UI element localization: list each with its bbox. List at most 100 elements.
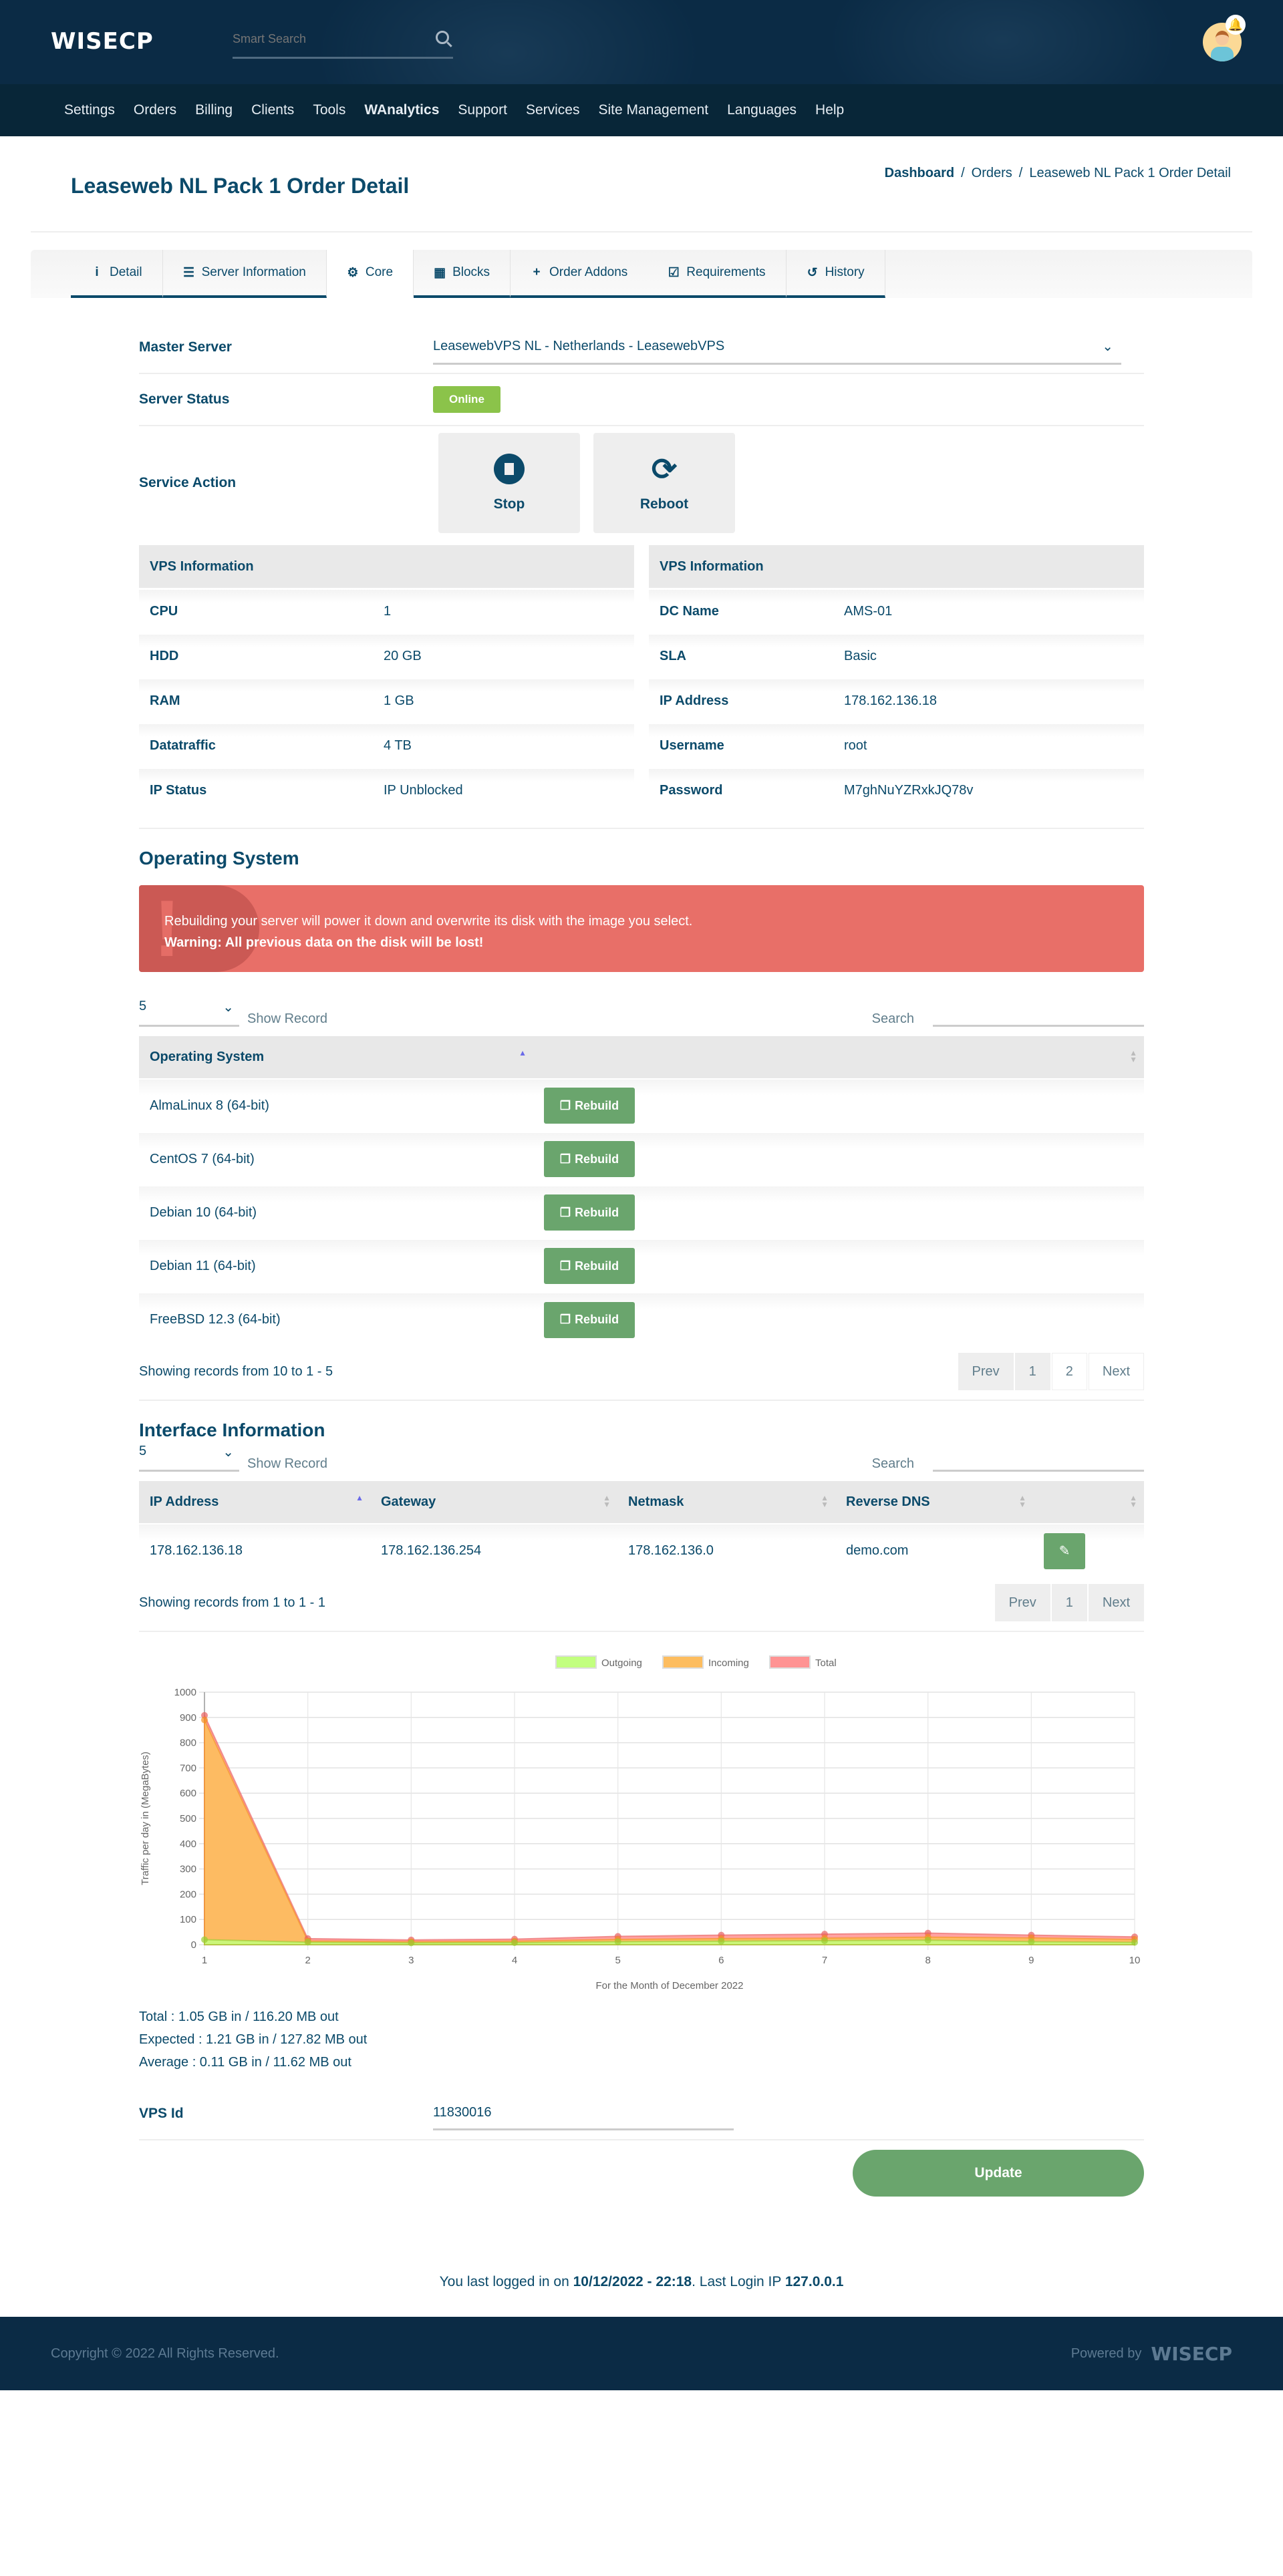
y-tick-label: 300 [180,1864,196,1875]
vps-info-value: IP Unblocked [384,782,463,798]
reverse-dns-column-header[interactable]: Reverse DNS ▲ ▼ [835,1481,1033,1524]
last-login-mid: . Last Login IP [692,2274,785,2289]
rebuild-button[interactable]: ❐ Rebuild [544,1088,635,1124]
bell-icon[interactable]: 🔔 [1226,15,1246,35]
next-page-button[interactable]: Next [1088,1353,1144,1390]
data-point-outgoing [304,1939,311,1946]
stop-label: Stop [493,496,525,512]
page-2-button[interactable]: 2 [1051,1353,1087,1390]
operating-system-title: Operating System [139,848,299,868]
y-tick-label: 500 [180,1813,196,1824]
rebuild-label: Rebuild [575,1259,619,1273]
data-point-outgoing [924,1937,932,1944]
nav-settings[interactable]: Settings [55,84,124,136]
y-tick-label: 800 [180,1738,196,1749]
netmask-column-header[interactable]: Netmask ▲ ▼ [617,1481,835,1524]
sort-icon: ▲ ▼ [821,1493,829,1509]
y-tick-label: 200 [180,1889,196,1900]
rebuild-button[interactable]: ❐ Rebuild [544,1301,635,1338]
vps-info-row: IP Status IP Unblocked [139,769,634,812]
rebuild-button[interactable]: ❐ Rebuild [544,1194,635,1231]
smart-search-input[interactable] [233,27,420,51]
x-tick-label: 6 [718,1955,724,1966]
prev-page-button[interactable]: Prev [958,1353,1014,1390]
master-server-select[interactable]: LeasewebVPS NL - Netherlands - LeasewebV… [433,330,1121,365]
os-column-header[interactable]: Operating System ▲ [139,1036,533,1079]
stop-button[interactable]: Stop [438,433,580,533]
nav-services[interactable]: Services [517,84,589,136]
rebuild-label: Rebuild [575,1205,619,1219]
prev-page-button[interactable]: Prev [994,1584,1050,1621]
vps-info-header: VPS Information [649,545,1144,588]
traffic-average: Average : 0.11 GB in / 11.62 MB out [139,2055,351,2070]
update-button[interactable]: Update [853,2150,1144,2197]
data-point-outgoing [201,1936,208,1943]
tab-server-information[interactable]: ☰ Server Information [162,250,327,298]
iface-search-input[interactable] [933,1445,1144,1472]
nav-site-management[interactable]: Site Management [589,84,718,136]
rebuild-warning-alert: ! Rebuilding your server will power it d… [139,885,1144,972]
action-column-header[interactable]: ▲ ▼ [1033,1481,1144,1524]
chevron-down-icon: ⌄ [223,1445,234,1460]
x-tick-label: 4 [512,1955,517,1966]
iface-table-controls: 5 ⌄ Show Record Search [139,1444,1144,1472]
gateway-column-header[interactable]: Gateway ▲ ▼ [370,1481,617,1524]
nav-clients[interactable]: Clients [242,84,303,136]
main-nav: Settings Orders Billing Clients Tools WA… [0,84,1283,136]
data-point-outgoing [1131,1939,1138,1946]
ip-address-column-header[interactable]: IP Address ▲ [139,1481,370,1524]
vps-id-label: VPS Id [139,2106,184,2121]
os-search-input[interactable] [933,1000,1144,1027]
header-wave-decoration [0,0,1283,84]
rebuild-button[interactable]: ❐ Rebuild [544,1141,635,1177]
edit-rdns-button[interactable]: ✎ [1044,1533,1085,1569]
tab-label: Detail [110,265,142,279]
sort-icon: ▲ ▼ [1129,1048,1137,1064]
blocks-icon: ▦ [434,265,446,280]
vps-info-key: RAM [150,693,180,708]
y-tick-label: 1000 [174,1687,196,1698]
reverse-dns-cell: demo.com [835,1523,1033,1577]
nav-billing[interactable]: Billing [186,84,242,136]
breadcrumb-dashboard[interactable]: Dashboard [885,166,954,180]
iface-length-select[interactable]: 5 ⌄ [139,1444,239,1472]
rebuild-label: Rebuild [575,1098,619,1112]
length-value: 5 [139,1444,147,1458]
nav-languages[interactable]: Languages [718,84,806,136]
nav-support[interactable]: Support [448,84,517,136]
master-server-label: Master Server [139,339,232,355]
x-tick-label: 7 [822,1955,827,1966]
tab-core[interactable]: ⚙ Core [326,250,414,298]
os-length-select[interactable]: 5 ⌄ [139,999,239,1027]
nav-orders[interactable]: Orders [124,84,186,136]
nav-help[interactable]: Help [806,84,853,136]
nav-tools[interactable]: Tools [303,84,355,136]
master-server-value: LeasewebVPS NL - Netherlands - LeasewebV… [433,339,725,353]
breadcrumb-orders[interactable]: Orders [972,166,1012,180]
tab-detail[interactable]: i Detail [71,250,163,298]
footer-logo[interactable]: WISECP [1151,2343,1232,2365]
tab-order-addons[interactable]: + Order Addons [511,250,648,298]
copyright: Copyright © 2022 All Rights Reserved. [51,2346,279,2361]
legend-swatch-total [769,1655,811,1669]
next-page-button[interactable]: Next [1088,1584,1144,1621]
nav-wanalytics[interactable]: WAnalytics [355,84,448,136]
tab-blocks[interactable]: ▦ Blocks [414,250,511,298]
search-icon[interactable] [436,31,449,44]
window-restore-icon: ❐ [559,1152,571,1166]
breadcrumb-separator: / [1018,166,1023,180]
sort-asc-icon: ▲ [519,1048,527,1058]
data-point-outgoing [821,1937,828,1944]
tab-requirements[interactable]: ☑ Requirements [648,250,787,298]
alert-message: Rebuilding your server will power it dow… [164,914,693,929]
action-column-header[interactable]: ▲ ▼ [533,1036,1144,1079]
rebuild-button[interactable]: ❐ Rebuild [544,1248,635,1284]
series-area-incoming [204,1720,1135,1945]
page-1-button[interactable]: 1 [1014,1353,1050,1390]
tab-history[interactable]: ↺ History [786,250,885,298]
vps-id-input[interactable]: 11830016 [433,2097,734,2130]
wisecp-logo[interactable]: WISECP [51,28,154,55]
window-restore-icon: ❐ [559,1313,571,1326]
reboot-button[interactable]: ⟳ Reboot [593,433,735,533]
page-1-button[interactable]: 1 [1051,1584,1087,1621]
